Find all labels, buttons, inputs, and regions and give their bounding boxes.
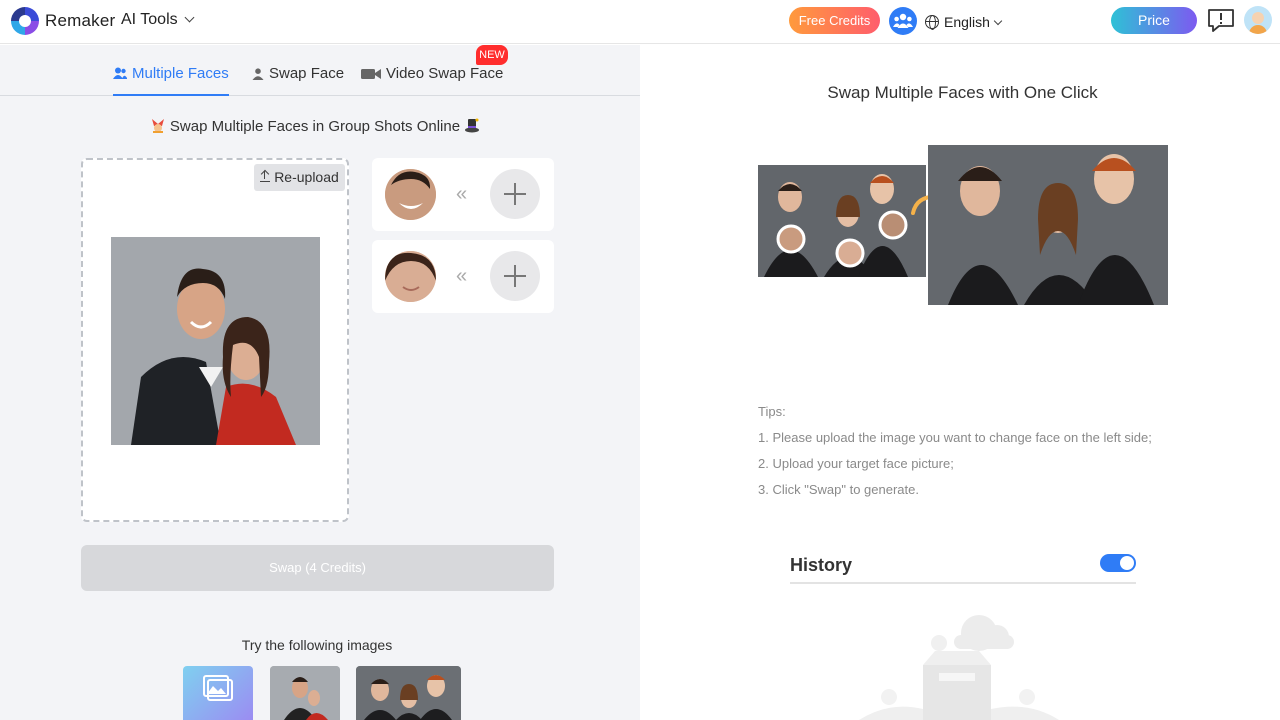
uploaded-couple-photo — [111, 237, 320, 445]
price-button[interactable]: Price — [1111, 7, 1197, 34]
detected-face-thumbnail[interactable] — [385, 251, 436, 302]
tips-section: Tips: 1. Please upload the image you wan… — [758, 403, 1158, 507]
reupload-label: Re-upload — [274, 169, 339, 185]
male-face-illustration — [385, 169, 436, 220]
tips-title: Tips: — [758, 404, 786, 419]
try-sample-images-label: Try the following images — [241, 637, 393, 653]
add-target-face-button[interactable] — [490, 251, 540, 301]
ai-tools-menu[interactable]: AI Tools — [121, 11, 195, 29]
upload-icon — [260, 171, 271, 182]
history-title: History — [790, 555, 853, 575]
page-subtitle-text: Swap Multiple Faces in Group Shots Onlin… — [169, 118, 461, 135]
group-after-illustration — [928, 145, 1168, 305]
brand-name[interactable]: Remaker — [45, 11, 115, 31]
history-toggle[interactable] — [1100, 554, 1136, 572]
sample-image-gallery[interactable] — [183, 666, 253, 720]
language-selector[interactable]: English — [925, 13, 1003, 30]
jester-emoji-icon — [151, 119, 164, 133]
users-icon — [113, 67, 127, 79]
face-swap-editor-panel: Multiple Faces Swap Face Video Swap Face… — [0, 45, 640, 720]
sample-image-group[interactable] — [356, 666, 461, 720]
group-before-illustration — [758, 165, 926, 277]
video-camera-icon — [361, 69, 381, 79]
top-navigation-bar: Remaker AI Tools Free Credits English Pr… — [0, 0, 1280, 44]
couple-thumbnail-illustration — [270, 666, 340, 720]
group-thumbnail-illustration — [356, 666, 461, 720]
tab-swap-face-label: Swap Face — [269, 65, 345, 82]
tip-item: 2. Upload your target face picture; — [758, 456, 954, 471]
globe-icon — [925, 15, 939, 30]
empty-history-illustration — [859, 615, 1059, 720]
couple-photo-illustration — [111, 237, 320, 445]
ai-tools-label: AI Tools — [121, 11, 178, 28]
user-icon — [252, 68, 264, 80]
free-credits-button[interactable]: Free Credits — [789, 7, 880, 34]
chevron-down-icon — [184, 12, 195, 23]
history-section: History — [790, 553, 1136, 584]
tab-multiple-faces[interactable]: Multiple Faces — [113, 65, 229, 96]
face-pair-card: « — [372, 158, 554, 231]
detected-face-thumbnail[interactable] — [385, 169, 436, 220]
face-pair-card: « — [372, 240, 554, 313]
people-group-icon — [893, 13, 913, 28]
info-panel: Swap Multiple Faces with One Click Tips:… — [641, 45, 1280, 720]
tab-video-swap-face[interactable]: Video Swap Face — [361, 65, 503, 82]
demo-after-image — [928, 145, 1168, 305]
magic-hat-emoji-icon — [465, 118, 480, 133]
tip-item: 1. Please upload the image you want to c… — [758, 430, 1152, 445]
add-target-face-button[interactable] — [490, 169, 540, 219]
new-badge: NEW — [476, 45, 508, 65]
double-chevron-left-icon: « — [456, 265, 468, 287]
language-label: English — [944, 14, 990, 30]
tip-item: 3. Click "Swap" to generate. — [758, 482, 919, 497]
swap-button[interactable]: Swap (4 Credits) — [81, 545, 554, 591]
double-chevron-left-icon: « — [456, 183, 468, 205]
demo-before-image — [758, 165, 926, 277]
chevron-down-icon — [993, 16, 1003, 26]
remaker-logo-icon[interactable] — [11, 7, 39, 35]
user-avatar[interactable] — [1244, 6, 1272, 34]
feedback-icon[interactable] — [1207, 8, 1235, 32]
tab-multiple-faces-label: Multiple Faces — [132, 65, 229, 82]
tab-swap-face[interactable]: Swap Face — [252, 65, 344, 82]
female-face-illustration — [385, 251, 436, 302]
reupload-button[interactable]: Re-upload — [254, 164, 345, 191]
demo-title: Swap Multiple Faces with One Click — [827, 83, 1098, 102]
community-icon[interactable] — [889, 7, 917, 35]
mode-tabs: Multiple Faces Swap Face Video Swap Face… — [0, 45, 640, 96]
tab-video-swap-face-label: Video Swap Face — [386, 65, 504, 82]
sample-image-couple[interactable] — [270, 666, 340, 720]
source-image-upload-area[interactable]: Re-upload — [81, 158, 349, 522]
page-subtitle: Swap Multiple Faces in Group Shots Onlin… — [0, 117, 630, 135]
image-gallery-icon — [203, 675, 233, 701]
